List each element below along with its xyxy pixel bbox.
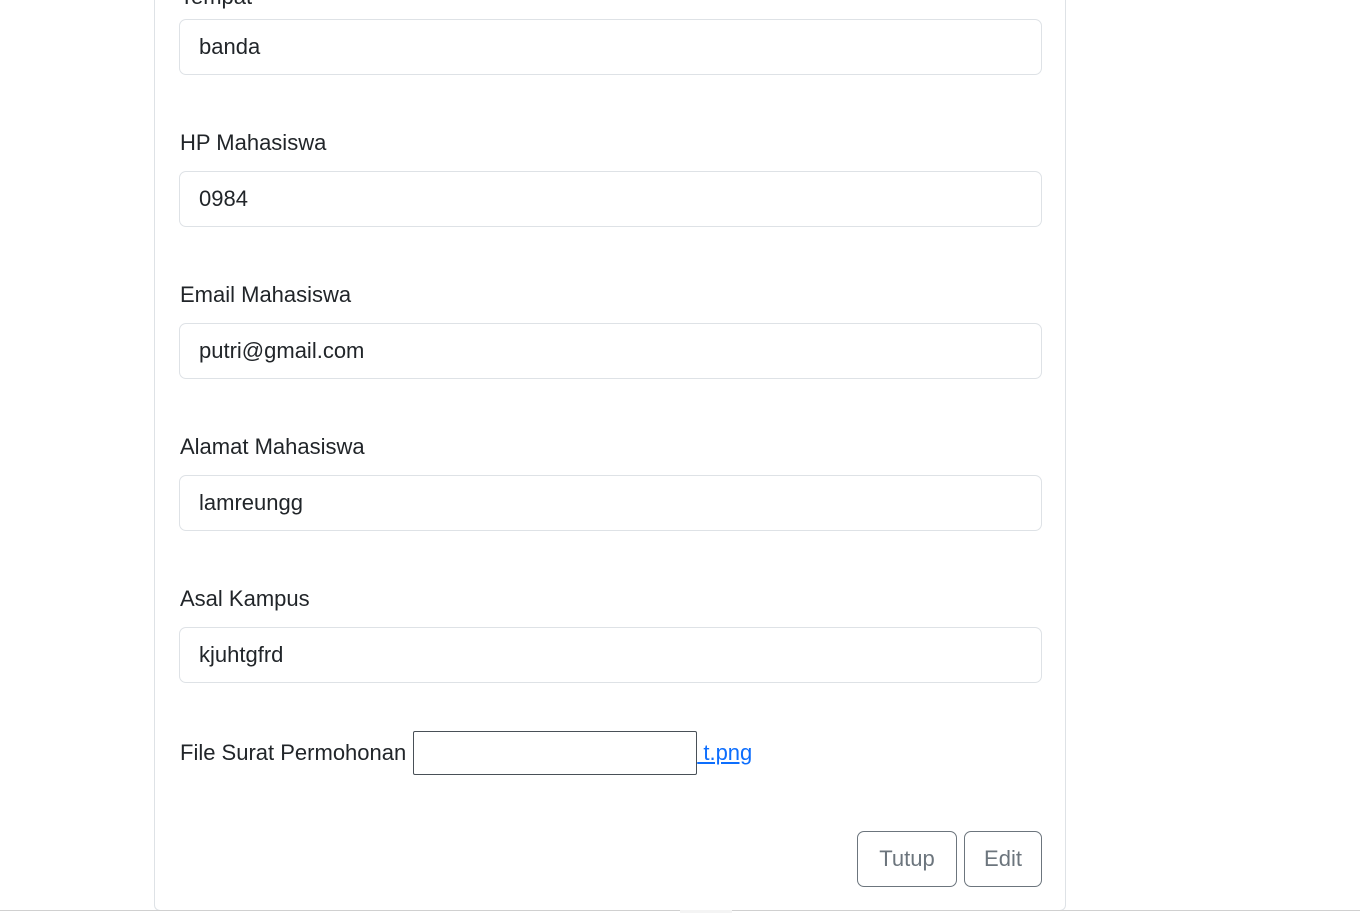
page: Tempat HP Mahasiswa Email Mahasiswa Alam…: [0, 0, 1360, 913]
field-label-asal-kampus: Asal Kampus: [180, 586, 310, 611]
file-surat-label: File Surat Permohonan: [180, 740, 407, 765]
email-mahasiswa-field[interactable]: [179, 323, 1042, 379]
file-upload-row: File Surat Permohonan t.png: [180, 730, 752, 776]
field-label-alamat-mahasiswa: Alamat Mahasiswa: [180, 434, 365, 459]
field-label-hp-mahasiswa: HP Mahasiswa: [180, 130, 327, 155]
field-label-email-mahasiswa: Email Mahasiswa: [180, 282, 352, 307]
alamat-mahasiswa-field[interactable]: [179, 475, 1042, 531]
tempat-field[interactable]: [179, 19, 1042, 75]
close-button[interactable]: Tutup: [857, 831, 957, 887]
hp-mahasiswa-field[interactable]: [179, 171, 1042, 227]
asal-kampus-field[interactable]: [179, 627, 1042, 683]
file-input[interactable]: [413, 731, 698, 775]
file-link[interactable]: t.png: [697, 740, 752, 766]
field-label-tempat: Tempat: [180, 0, 252, 8]
edit-button[interactable]: Edit: [964, 831, 1042, 887]
